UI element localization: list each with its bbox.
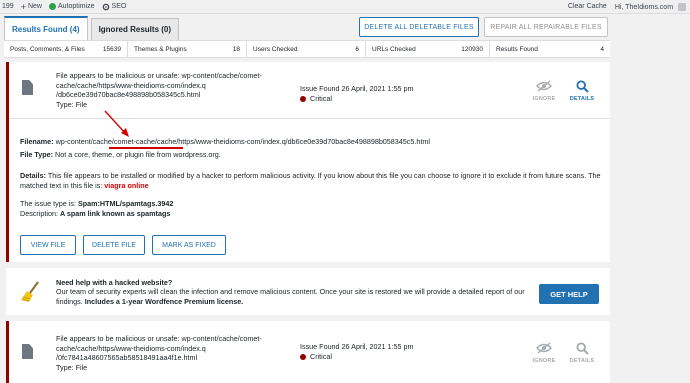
details-label: Details: — [20, 171, 46, 180]
mark-fixed-button[interactable]: MARK AS FIXED — [152, 235, 226, 255]
issue-type-label: The issue type is: — [20, 199, 76, 208]
delete-file-button[interactable]: DELETE FILE — [83, 235, 145, 255]
get-help-button[interactable]: GET HELP — [539, 284, 599, 304]
issue-found-date: Issue Found 26 April, 2021 1:55 pm — [300, 342, 414, 351]
severity-label: Critical — [310, 352, 332, 361]
issue-summary: File appears to be malicious or unsafe: … — [56, 334, 262, 372]
issue-type-line: The issue type is: Spam:HTML/spamtags.39… — [20, 199, 173, 209]
severity-badge: Critical — [300, 352, 413, 362]
help-box: Need help with a hacked website? Our tea… — [6, 268, 610, 315]
filetype-line: File Type: Not a core, theme, or plugin … — [20, 150, 221, 160]
details-button[interactable]: DETAILS — [565, 342, 599, 364]
ignore-button[interactable]: IGNORE — [527, 342, 561, 364]
help-text: Need help with a hacked website? Our tea… — [56, 278, 526, 306]
filetype-value: Not a core, theme, or plugin file from w… — [55, 150, 221, 159]
details-paragraph: Details: This file appears to be install… — [20, 171, 610, 190]
description-value: A spam link known as spamtags — [59, 209, 171, 218]
help-title: Need help with a hacked website? — [56, 278, 173, 287]
filetype-label: File Type: — [20, 150, 54, 159]
issue-type: Type: File — [56, 362, 88, 372]
issue-type-value: Spam:HTML/spamtags.3942 — [77, 199, 174, 208]
issue-status: Issue Found 26 April, 2021 1:55 pm Criti… — [300, 342, 413, 362]
view-file-button[interactable]: VIEW FILE — [20, 235, 76, 255]
broom-icon — [21, 281, 39, 302]
description-label: Description: — [20, 209, 58, 218]
issue-title-line: cache/cache/https/www-theidioms-com/inde… — [56, 343, 206, 353]
details-label: DETAILS — [569, 358, 595, 364]
description-line: Description: A spam link known as spamta… — [20, 209, 170, 219]
eye-slash-icon — [527, 342, 561, 356]
issue-title-line: /0fc7841a48607565ab58518491aa4f1e.html — [56, 353, 198, 363]
help-bold: Includes a 1-year Wordfence Premium lice… — [84, 296, 244, 306]
magnifier-icon — [565, 342, 599, 356]
issue-title-line: File appears to be malicious or unsafe: … — [56, 334, 262, 343]
critical-dot-icon — [300, 354, 306, 361]
ignore-label: IGNORE — [532, 358, 556, 364]
matched-text-value: viagra online — [104, 180, 149, 190]
details-text: This file appears to be installed or mod… — [47, 171, 587, 180]
